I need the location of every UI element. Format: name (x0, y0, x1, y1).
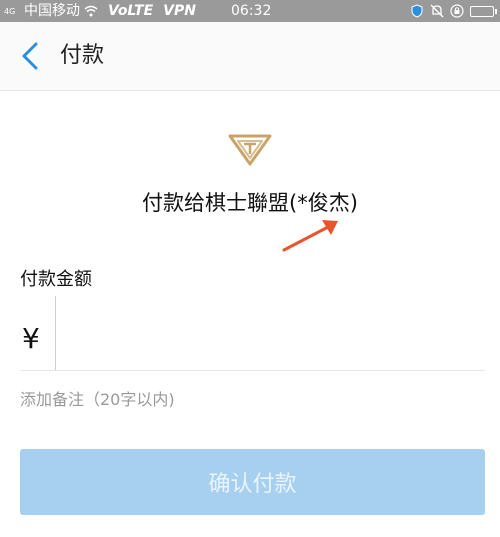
amount-input[interactable] (55, 296, 485, 370)
add-remark-link[interactable]: 添加备注（20字以内) (20, 386, 175, 410)
volte-indicator: VoLTE (108, 3, 154, 19)
status-time: 06:32 (231, 3, 272, 19)
nav-header: 付款 (0, 22, 500, 91)
mute-icon (430, 4, 444, 18)
payee-name: 付款给棋士聯盟(*俊杰) (142, 191, 358, 215)
back-button[interactable] (14, 38, 46, 74)
page-title: 付款 (60, 43, 105, 68)
merchant-logo-icon (228, 134, 272, 166)
amount-label: 付款金额 (20, 269, 92, 290)
status-right (410, 0, 497, 22)
carrier-name: 中国移动 (24, 3, 80, 19)
rotation-lock-icon (450, 4, 464, 18)
currency-symbol: ¥ (22, 322, 40, 355)
vpn-indicator: VPN (163, 3, 196, 19)
network-type: 4G (4, 6, 16, 16)
status-bar: 4G 中国移动 VoLTE VPN 06:32 (0, 0, 500, 22)
battery-icon (470, 5, 497, 17)
confirm-payment-button[interactable]: 确认付款 (20, 449, 485, 515)
wifi-icon (84, 4, 98, 18)
divider (20, 370, 485, 371)
shield-icon (410, 4, 424, 18)
status-left: 4G 中国移动 VoLTE VPN (0, 0, 196, 22)
signal-icon: 4G (4, 7, 20, 16)
chevron-left-icon (22, 42, 38, 70)
annotation-arrow-icon (282, 220, 338, 252)
